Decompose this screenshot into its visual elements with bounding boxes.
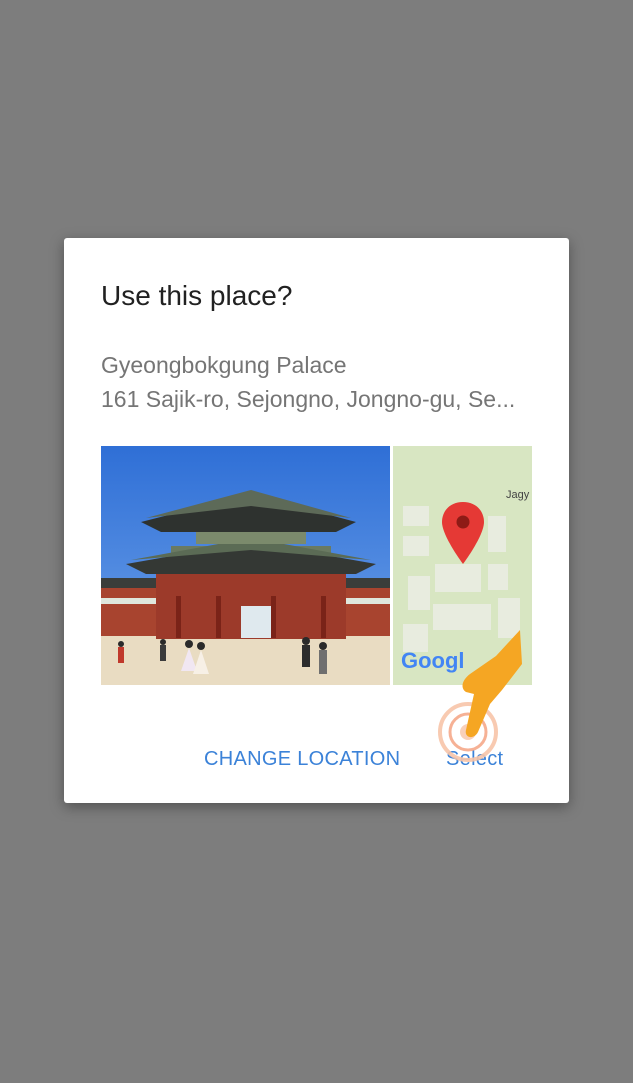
use-place-dialog: Use this place? Gyeongbokgung Palace 161… xyxy=(64,238,569,803)
google-logo: Googl xyxy=(401,648,465,673)
change-location-button[interactable]: CHANGE LOCATION xyxy=(204,748,400,771)
map-thumbnail[interactable]: Jagy Googl xyxy=(393,446,532,685)
dialog-title: Use this place? xyxy=(101,280,293,311)
place-photo xyxy=(101,446,390,685)
map-area-label: Jagy xyxy=(506,489,530,501)
place-address: 161 Sajik-ro, Sejongno, Jongno-gu, Se... xyxy=(101,386,516,412)
dialog-actions: CHANGE LOCATION Select xyxy=(64,748,569,778)
place-name: Gyeongbokgung Palace xyxy=(101,352,347,378)
select-button[interactable]: Select xyxy=(446,748,503,771)
place-preview: Jagy Googl xyxy=(101,446,532,685)
